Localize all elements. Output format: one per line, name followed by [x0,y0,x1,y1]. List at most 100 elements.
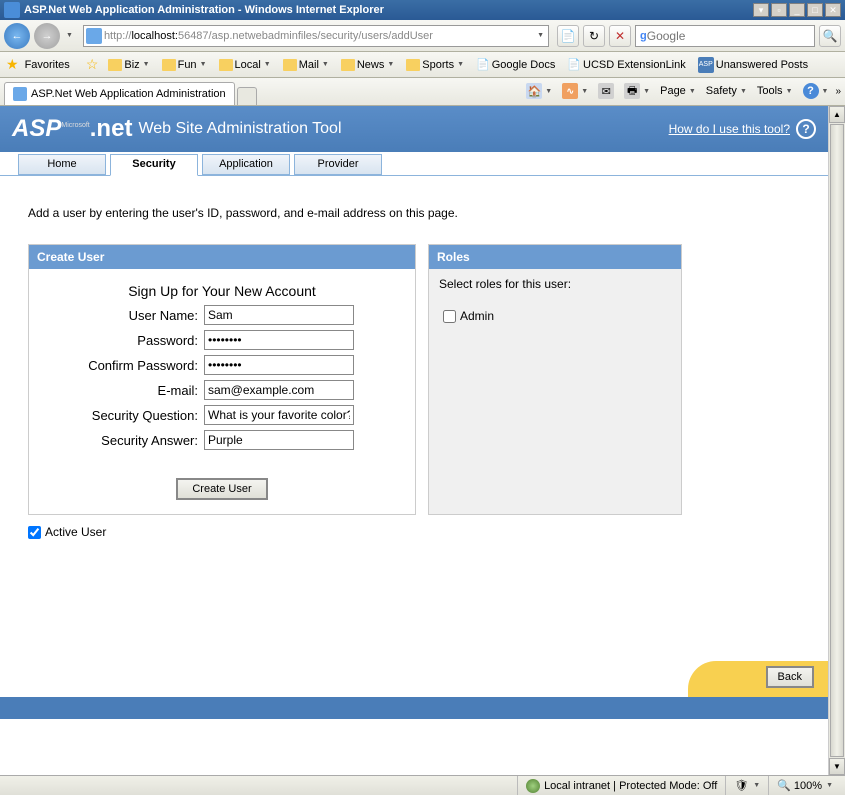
tab-application[interactable]: Application [202,154,290,175]
mail-icon: ✉ [598,83,614,99]
nav-history-dropdown[interactable]: ▼ [64,32,75,39]
add-favorite-icon[interactable]: ☆ [86,56,99,73]
role-admin: Admin [429,299,681,333]
create-user-panel: Create User Sign Up for Your New Account… [28,244,416,515]
compat-button[interactable]: 📄 [557,25,579,47]
security-question-input[interactable] [204,405,354,425]
security-answer-label: Security Answer: [39,433,204,448]
asp-title: Web Site Administration Tool [138,120,341,138]
scroll-thumb[interactable] [830,124,844,757]
password-input[interactable] [204,330,354,350]
tools-menu[interactable]: Tools▼ [754,83,796,99]
username-input[interactable] [204,305,354,325]
folder-icon [219,59,233,71]
vertical-scrollbar[interactable]: ▲ ▼ [828,106,845,775]
page-icon: 📄 [476,58,490,71]
roles-panel: Roles Select roles for this user: Admin [428,244,682,515]
password-label: Password: [39,333,204,348]
email-label: E-mail: [39,383,204,398]
address-bar[interactable]: http:// localhost: 56487 /asp.netwebadmi… [83,25,549,47]
fav-unanswered[interactable]: ASPUnanswered Posts [694,55,812,75]
zone-text: Local intranet | Protected Mode: Off [544,780,717,792]
status-zone: Local intranet | Protected Mode: Off [517,776,725,795]
url-port: 56487 [178,30,209,42]
nav-toolbar: ← → ▼ http:// localhost: 56487 /asp.netw… [0,20,845,52]
fav-ucsd[interactable]: 📄UCSD ExtensionLink [563,56,689,73]
address-input[interactable] [433,29,535,43]
back-button[interactable]: Back [766,666,814,688]
favorites-bar: ★ Favorites ☆ Biz▼ Fun▼ Local▼ Mail▼ New… [0,52,845,78]
status-mode-dropdown[interactable]: 🛡▼ [725,776,768,795]
roles-instruction: Select roles for this user: [429,269,681,299]
rss-icon: ∿ [562,83,578,99]
fav-news[interactable]: News▼ [337,57,398,73]
close-button[interactable]: ✕ [825,3,841,17]
safety-menu[interactable]: Safety▼ [703,83,750,99]
signup-title: Sign Up for Your New Account [39,283,405,299]
refresh-icon: ↻ [589,29,599,43]
zoom-control[interactable]: 🔍 100% ▼ [768,776,841,795]
page-icon: 📄 [567,58,581,71]
search-button[interactable]: 🔍 [819,25,841,47]
print-menu[interactable]: 🖶▼ [621,81,653,101]
active-user-checkbox[interactable] [28,526,41,539]
search-box[interactable]: g [635,25,815,47]
help-circle-icon[interactable]: ? [796,119,816,139]
favorites-label[interactable]: Favorites [25,59,70,71]
maximize-button[interactable]: □ [807,3,823,17]
stop-icon: ✕ [615,29,625,43]
create-user-button[interactable]: Create User [176,478,267,500]
browser-tab-active[interactable]: ASP.Net Web Application Administration [4,82,235,105]
window-title: ASP.Net Web Application Administration -… [24,4,753,16]
chevron-more-icon[interactable]: » [835,86,841,97]
help-menu[interactable]: ?▼ [800,81,832,101]
back-nav-button[interactable]: ← [4,23,30,49]
email-input[interactable] [204,380,354,400]
fav-google-docs[interactable]: 📄Google Docs [472,56,559,73]
scroll-up-button[interactable]: ▲ [829,106,845,123]
new-tab-button[interactable] [237,87,257,105]
asp-icon: ASP [698,57,714,73]
print-icon: 🖶 [624,83,640,99]
home-menu[interactable]: 🏠▼ [523,81,555,101]
address-dropdown[interactable]: ▼ [535,32,546,39]
tab-home[interactable]: Home [18,154,106,175]
refresh-button[interactable]: ↻ [583,25,605,47]
asp-logo: ASPMicrosoft.net [12,115,132,143]
tab-label: ASP.Net Web Application Administration [31,88,226,100]
window-titlebar: ASP.Net Web Application Administration -… [0,0,845,20]
page-content: ASPMicrosoft.net Web Site Administration… [0,106,828,775]
help-link[interactable]: How do I use this tool? [669,122,790,136]
username-label: User Name: [39,308,204,323]
confirm-password-input[interactable] [204,355,354,375]
page-tabs: Home Security Application Provider [0,152,828,176]
blue-footer-bar [0,697,828,719]
help-icon: ? [803,83,819,99]
role-admin-checkbox[interactable] [443,310,456,323]
tab-provider[interactable]: Provider [294,154,382,175]
fav-local[interactable]: Local▼ [215,57,275,73]
stop-button[interactable]: ✕ [609,25,631,47]
forward-nav-button[interactable]: → [34,23,60,49]
shrink-button[interactable]: ▾ [753,3,769,17]
fav-fun[interactable]: Fun▼ [158,57,211,73]
fav-biz[interactable]: Biz▼ [104,57,153,73]
fav-mail[interactable]: Mail▼ [279,57,333,73]
expand-button[interactable]: ▫ [771,3,787,17]
tab-security[interactable]: Security [110,154,198,176]
minimize-button[interactable]: _ [789,3,805,17]
url-protocol: http:// [104,30,132,42]
fav-sports[interactable]: Sports▼ [402,57,468,73]
folder-icon [341,59,355,71]
rss-menu[interactable]: ∿▼ [559,81,591,101]
mail-menu[interactable]: ✉ [595,81,617,101]
search-input[interactable] [647,29,810,43]
page-menu[interactable]: Page▼ [657,83,699,99]
active-user-label: Active User [45,525,106,539]
folder-icon [108,59,122,71]
site-favicon [86,28,102,44]
security-answer-input[interactable] [204,430,354,450]
globe-icon [526,779,540,793]
scroll-down-button[interactable]: ▼ [829,758,845,775]
favorites-star-icon[interactable]: ★ [6,56,19,73]
